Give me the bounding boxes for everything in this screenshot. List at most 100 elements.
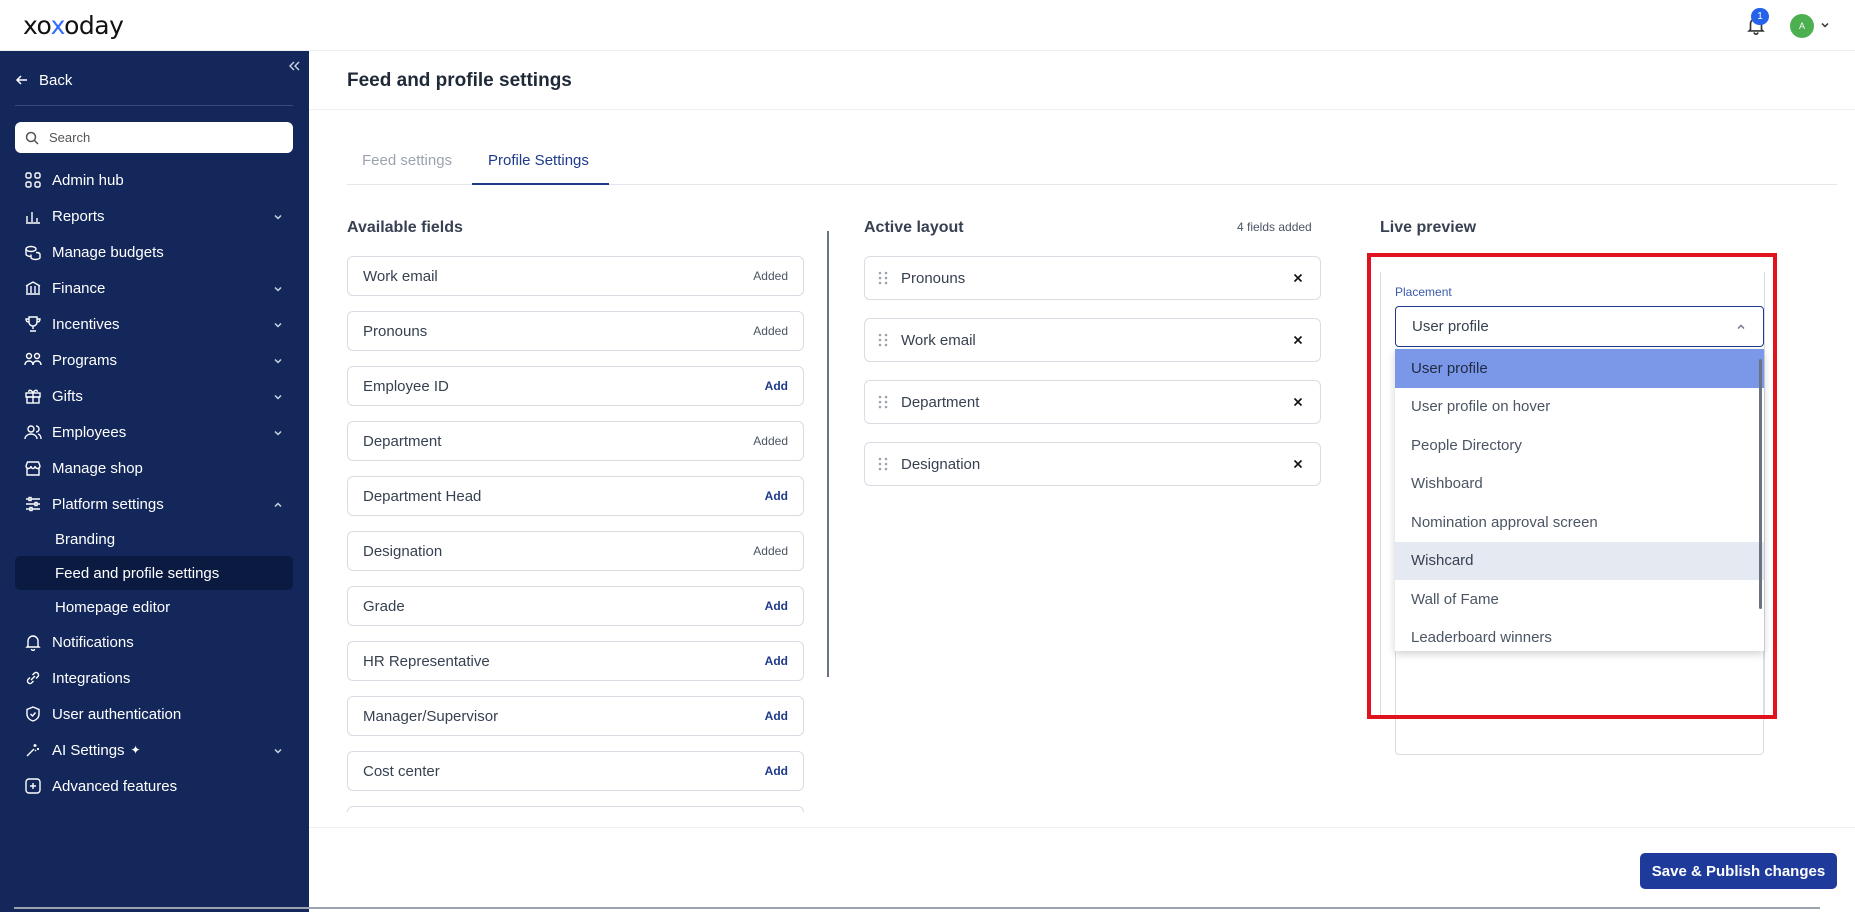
- sidebar-item-platform-settings[interactable]: Platform settings: [0, 486, 309, 522]
- ai-icon: [26, 744, 39, 757]
- back-button[interactable]: Back: [15, 69, 72, 91]
- chevron-down-icon: [274, 322, 282, 328]
- sidebar-item-label: Manage budgets: [52, 243, 164, 261]
- add-field-button[interactable]: Add: [765, 654, 788, 668]
- main-content: Feed and profile settings Feed settings …: [309, 51, 1855, 912]
- sidebar-subitem-label: Homepage editor: [55, 598, 171, 616]
- logo-text: xoxoday: [23, 11, 124, 40]
- layout-item[interactable]: Designation: [864, 442, 1321, 486]
- tab-profile-settings[interactable]: Profile Settings: [488, 152, 589, 247]
- available-fields-title: Available fields: [347, 219, 463, 236]
- sidebar-item-notifications[interactable]: Notifications: [0, 624, 309, 660]
- field-name: Cost center: [363, 762, 440, 780]
- sidebar-item-admin-hub[interactable]: Admin hub: [0, 162, 309, 198]
- layout-item-label: Designation: [901, 455, 981, 473]
- add-field-button[interactable]: Add: [765, 764, 788, 778]
- add-field-button[interactable]: Add: [765, 379, 788, 393]
- sidebar-item-manage-shop[interactable]: Manage shop: [0, 450, 309, 486]
- shield-icon: [26, 706, 40, 722]
- field-name: Designation: [363, 542, 443, 560]
- sidebar-item-label: Platform settings: [52, 495, 164, 513]
- sidebar-item-finance[interactable]: Finance: [0, 270, 309, 306]
- arrow-left-icon: [15, 75, 27, 85]
- collapse-icon[interactable]: [287, 59, 301, 73]
- bank-icon: [25, 281, 41, 295]
- chevron-down-icon: [274, 748, 282, 754]
- field-name: Manager/Supervisor: [363, 707, 499, 725]
- sidebar-subitem-branding[interactable]: Branding: [15, 522, 293, 556]
- drag-handle-icon[interactable]: [877, 394, 889, 410]
- sidebar-item-label: Integrations: [52, 669, 131, 687]
- logo[interactable]: xoxoday: [23, 11, 124, 40]
- sidebar-item-label: Notifications: [52, 633, 134, 651]
- sidebar-item-integrations[interactable]: Integrations: [0, 660, 309, 696]
- bell-icon: [25, 635, 41, 651]
- field-row: Manager/Supervisor Add: [347, 696, 804, 736]
- notification-badge: 1: [1751, 8, 1769, 25]
- close-icon[interactable]: [1292, 334, 1304, 346]
- add-field-button[interactable]: Add: [765, 709, 788, 723]
- add-field-button[interactable]: Add: [765, 599, 788, 613]
- coins-icon: [25, 245, 41, 261]
- close-icon[interactable]: [1292, 396, 1304, 408]
- search-input[interactable]: [49, 130, 269, 145]
- search-icon: [25, 131, 39, 145]
- plus-square-icon: [25, 778, 41, 794]
- active-layout-title: Active layout: [864, 219, 964, 236]
- drag-handle-icon[interactable]: [877, 332, 889, 348]
- sidebar-item-manage-budgets[interactable]: Manage budgets: [0, 234, 309, 270]
- sidebar-subitem-homepage-editor[interactable]: Homepage editor: [15, 590, 293, 624]
- field-row: Cost center Add: [347, 751, 804, 791]
- add-field-button[interactable]: Add: [765, 489, 788, 503]
- sidebar-item-label: Incentives: [52, 315, 120, 333]
- scrollbar[interactable]: [827, 231, 829, 677]
- sidebar-item-advanced-features[interactable]: Advanced features: [0, 768, 309, 804]
- field-name: Department: [363, 432, 442, 450]
- layout-item[interactable]: Work email: [864, 318, 1321, 362]
- sidebar-item-employees[interactable]: Employees: [0, 414, 309, 450]
- top-bar: xoxoday 1 A: [0, 0, 1855, 51]
- sidebar-item-programs[interactable]: Programs: [0, 342, 309, 378]
- shop-icon: [25, 461, 41, 476]
- drag-handle-icon[interactable]: [877, 270, 889, 286]
- highlight-frame: [1367, 253, 1777, 719]
- sidebar-subitem-label: Branding: [55, 530, 116, 548]
- sidebar-item-label: AI Settings: [52, 741, 125, 759]
- sidebar-item-reports[interactable]: Reports: [0, 198, 309, 234]
- sidebar-item-label: Programs: [52, 351, 118, 369]
- avatar[interactable]: A: [1790, 14, 1814, 38]
- field-name: Grade: [363, 597, 405, 615]
- sidebar-item-label: Reports: [52, 207, 105, 225]
- link-icon: [26, 671, 40, 685]
- sidebar-item-incentives[interactable]: Incentives: [0, 306, 309, 342]
- sidebar-item-gifts[interactable]: Gifts: [0, 378, 309, 414]
- chevron-down-icon: [274, 430, 282, 436]
- grid-icon: [25, 172, 41, 188]
- layout-item[interactable]: Department: [864, 380, 1321, 424]
- fields-count: 4 fields added: [1237, 220, 1312, 234]
- field-status: Added: [753, 434, 788, 448]
- sidebar-item-ai-settings[interactable]: AI Settings ✦: [0, 732, 309, 768]
- layout-item-label: Work email: [901, 331, 976, 349]
- close-icon[interactable]: [1292, 272, 1304, 284]
- field-name: HR Representative: [363, 652, 490, 670]
- users-icon: [24, 425, 42, 440]
- chevron-down-icon[interactable]: [1820, 20, 1830, 30]
- close-icon[interactable]: [1292, 458, 1304, 470]
- field-name: Employee ID: [363, 377, 449, 395]
- field-name: Work email: [363, 267, 438, 285]
- field-name: Department Head: [363, 487, 482, 505]
- live-preview-title: Live preview: [1380, 219, 1477, 236]
- sidebar-subitem-feed-and-profile-settings[interactable]: Feed and profile settings: [15, 556, 293, 590]
- search-box[interactable]: [15, 122, 293, 153]
- sidebar-item-label: Gifts: [52, 387, 83, 405]
- sidebar-item-user-authentication[interactable]: User authentication: [0, 696, 309, 732]
- field-row: Pronouns Added: [347, 311, 804, 351]
- available-fields-list: Work email Added Pronouns Added Employee I…: [347, 256, 804, 827]
- layout-item[interactable]: Pronouns: [864, 256, 1321, 300]
- drag-handle-icon[interactable]: [877, 456, 889, 472]
- save-publish-button[interactable]: Save & Publish changes: [1640, 853, 1837, 889]
- window-bottom-edge: [14, 907, 1820, 909]
- field-row: Designation Added: [347, 531, 804, 571]
- sidebar-item-label: Admin hub: [52, 171, 124, 189]
